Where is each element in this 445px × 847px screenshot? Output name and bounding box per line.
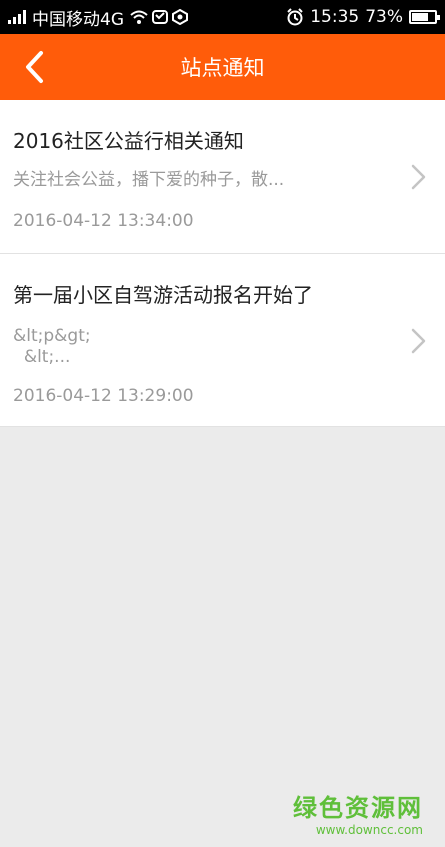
battery-fill [412,13,429,21]
status-left: 中国移动4G [8,5,188,30]
watermark: 绿色资源网 www.downcc.com [293,788,423,837]
status-bar: 中国移动4G 15:35 73% [0,0,445,34]
watermark-url: www.downcc.com [315,823,423,837]
call-icon [152,10,168,24]
app-header: 站点通知 [0,34,445,100]
notification-summary: 关注社会公益，播下爱的种子，散... [13,170,285,190]
notification-item[interactable]: 2016社区公益行相关通知 关注社会公益，播下爱的种子，散... 2016-04… [0,100,445,254]
chevron-right-icon [411,328,426,354]
notification-title: 第一届小区自驾游活动报名开始了 [13,283,313,307]
notification-time: 2016-04-12 13:29:00 [13,386,194,406]
back-button[interactable] [12,44,56,90]
chevron-left-icon [26,51,43,83]
notification-time: 2016-04-12 13:34:00 [13,211,194,231]
location-icon [172,9,188,25]
signal-icon [8,10,26,24]
watermark-name: 绿色资源网 [293,794,423,822]
notification-title: 2016社区公益行相关通知 [13,129,244,153]
battery-icon [409,10,440,24]
notification-summary: &lt;p&gt; &lt;... [13,326,91,367]
status-time: 15:35 [310,7,360,27]
page-title: 站点通知 [180,56,265,80]
status-right: 15:35 73% [286,7,440,27]
notification-list: 2016社区公益行相关通知 关注社会公益，播下爱的种子，散... 2016-04… [0,100,445,427]
carrier-label: 中国移动4G [32,9,124,30]
notification-item[interactable]: 第一届小区自驾游活动报名开始了 &lt;p&gt; &lt;... 2016-0… [0,254,445,427]
alarm-icon [287,8,303,26]
battery-percent: 73% [365,7,403,27]
wifi-icon [130,10,148,24]
status-icons [130,9,188,25]
chevron-right-icon [411,164,426,190]
